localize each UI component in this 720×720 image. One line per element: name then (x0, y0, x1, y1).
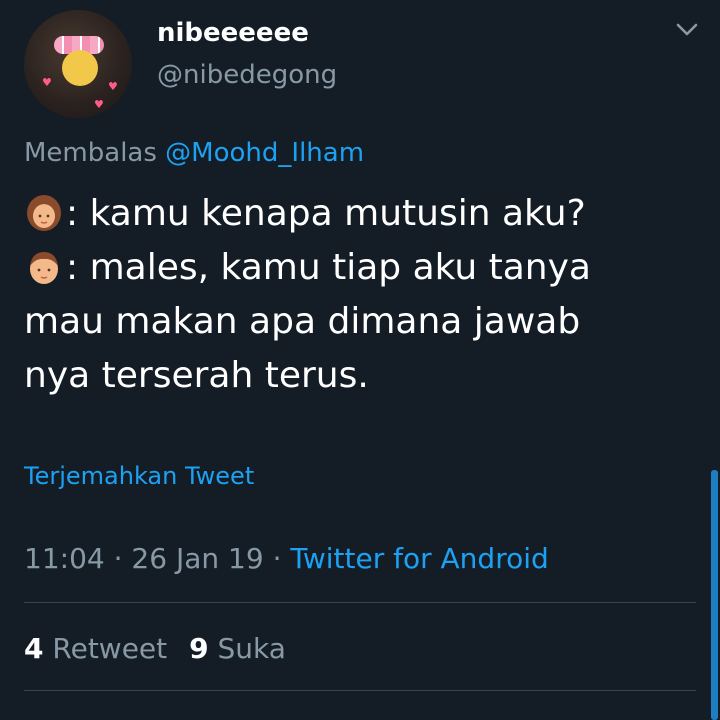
avatar[interactable]: ♥ ♥ ♥ (24, 10, 132, 118)
tweet-line: : males, kamu tiap aku tanya (24, 241, 704, 295)
heart-icon: ♥ (94, 98, 104, 111)
meta-separator: · (272, 542, 291, 575)
translate-tweet-link[interactable]: Terjemahkan Tweet (24, 462, 254, 490)
tweet-line-text: : kamu kenapa mutusin aku? (66, 193, 586, 234)
retweet-count: 4 (24, 632, 44, 665)
tweet-text: : kamu kenapa mutusin aku? : males, kamu… (24, 187, 704, 403)
tweet-date: 26 Jan 19 (131, 542, 264, 575)
chevron-down-icon[interactable] (676, 22, 698, 38)
tweet-metadata: 11:04 · 26 Jan 19 · Twitter for Android (24, 542, 549, 575)
tweet-line: nya terserah terus. (24, 355, 369, 396)
reply-mention-link[interactable]: @Moohd_Ilham (165, 138, 364, 168)
tweet-line: mau makan apa dimana jawab (24, 301, 581, 342)
tweet-line-text: : males, kamu tiap aku tanya (66, 247, 591, 288)
retweet-label: Retweet (52, 632, 168, 665)
tweet-stats: 4 Retweet 9 Suka (24, 632, 286, 665)
reply-context: Membalas @Moohd_Ilham (24, 138, 364, 168)
boy-emoji-icon (30, 252, 58, 284)
author-handle[interactable]: @nibedegong (157, 60, 337, 90)
tweet-line: : kamu kenapa mutusin aku? (24, 187, 704, 241)
reply-prefix: Membalas (24, 138, 157, 168)
face-emoji-icon (62, 50, 98, 86)
tweet-detail: ♥ ♥ ♥ nibeeeeee @nibedegong Membalas @Mo… (0, 0, 720, 720)
meta-separator: · (113, 542, 132, 575)
woman-emoji-icon (27, 195, 61, 231)
heart-icon: ♥ (42, 76, 52, 89)
like-count: 9 (189, 632, 209, 665)
divider (24, 602, 696, 603)
like-stat[interactable]: 9 Suka (189, 632, 286, 665)
retweet-stat[interactable]: 4 Retweet (24, 632, 167, 665)
tweet-time: 11:04 (24, 542, 105, 575)
like-label: Suka (217, 632, 286, 665)
heart-icon: ♥ (108, 80, 118, 93)
tweet-source-link[interactable]: Twitter for Android (290, 542, 548, 575)
divider (24, 690, 696, 691)
scrollbar[interactable] (711, 470, 718, 720)
author-display-name[interactable]: nibeeeeee (157, 18, 309, 48)
